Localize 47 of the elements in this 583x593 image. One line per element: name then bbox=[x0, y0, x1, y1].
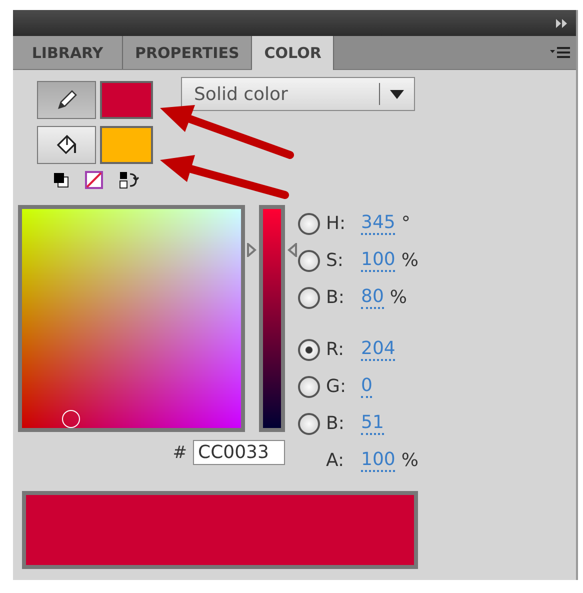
value-field[interactable]: 0 bbox=[361, 376, 372, 398]
no-color-icon[interactable] bbox=[85, 171, 103, 189]
tab[interactable]: COLOR bbox=[252, 36, 334, 70]
tab[interactable]: LIBRARY bbox=[13, 36, 123, 69]
fill-type-dropdown[interactable]: Solid color bbox=[181, 77, 415, 111]
tab[interactable]: PROPERTIES bbox=[123, 36, 252, 69]
value-field[interactable]: 80 bbox=[361, 286, 384, 308]
field-label: H: bbox=[326, 213, 347, 234]
collapse-icon[interactable] bbox=[556, 18, 568, 28]
unit-label: % bbox=[401, 450, 418, 471]
menu-icon[interactable] bbox=[550, 46, 570, 59]
default-colors-icon[interactable] bbox=[53, 172, 69, 188]
value-field[interactable]: 100 bbox=[361, 250, 396, 272]
unit-label: % bbox=[401, 250, 418, 271]
color-field[interactable] bbox=[18, 205, 245, 432]
field-label: B: bbox=[326, 413, 346, 434]
radio-button[interactable] bbox=[298, 250, 320, 272]
hex-label: # bbox=[172, 442, 187, 462]
slider-thumb[interactable] bbox=[247, 243, 297, 258]
value-field[interactable]: 51 bbox=[361, 412, 384, 434]
radio-button[interactable] bbox=[298, 286, 320, 308]
field-label: R: bbox=[326, 339, 346, 360]
paint-bucket-icon bbox=[54, 133, 78, 157]
pencil-icon bbox=[56, 89, 78, 111]
radio-button[interactable] bbox=[298, 338, 320, 360]
stroke-color-button[interactable] bbox=[37, 81, 96, 119]
stroke-color-swatch[interactable] bbox=[100, 81, 153, 119]
radio-button[interactable] bbox=[298, 412, 320, 434]
fill-color-swatch[interactable] bbox=[100, 126, 153, 164]
swap-colors-icon[interactable] bbox=[119, 171, 139, 189]
field-label: A: bbox=[326, 450, 346, 471]
radio-button[interactable] bbox=[298, 376, 320, 398]
radio-button[interactable] bbox=[298, 212, 320, 234]
value-field[interactable]: 100 bbox=[361, 450, 396, 472]
picker-marker[interactable] bbox=[62, 410, 80, 428]
field-label: S: bbox=[326, 250, 344, 271]
dropdown-arrow-icon bbox=[390, 90, 404, 98]
unit-label: % bbox=[390, 287, 408, 308]
fill-color-button[interactable] bbox=[37, 126, 96, 164]
unit-label: ° bbox=[401, 213, 410, 234]
value-field[interactable]: 345 bbox=[361, 212, 396, 234]
field-label: G: bbox=[326, 376, 348, 397]
hex-input[interactable]: CC0033 bbox=[193, 440, 285, 465]
field-label: B: bbox=[326, 287, 346, 308]
value-field[interactable]: 204 bbox=[361, 338, 396, 360]
dropdown-value: Solid color bbox=[194, 84, 289, 104]
channel-slider[interactable] bbox=[247, 205, 297, 432]
